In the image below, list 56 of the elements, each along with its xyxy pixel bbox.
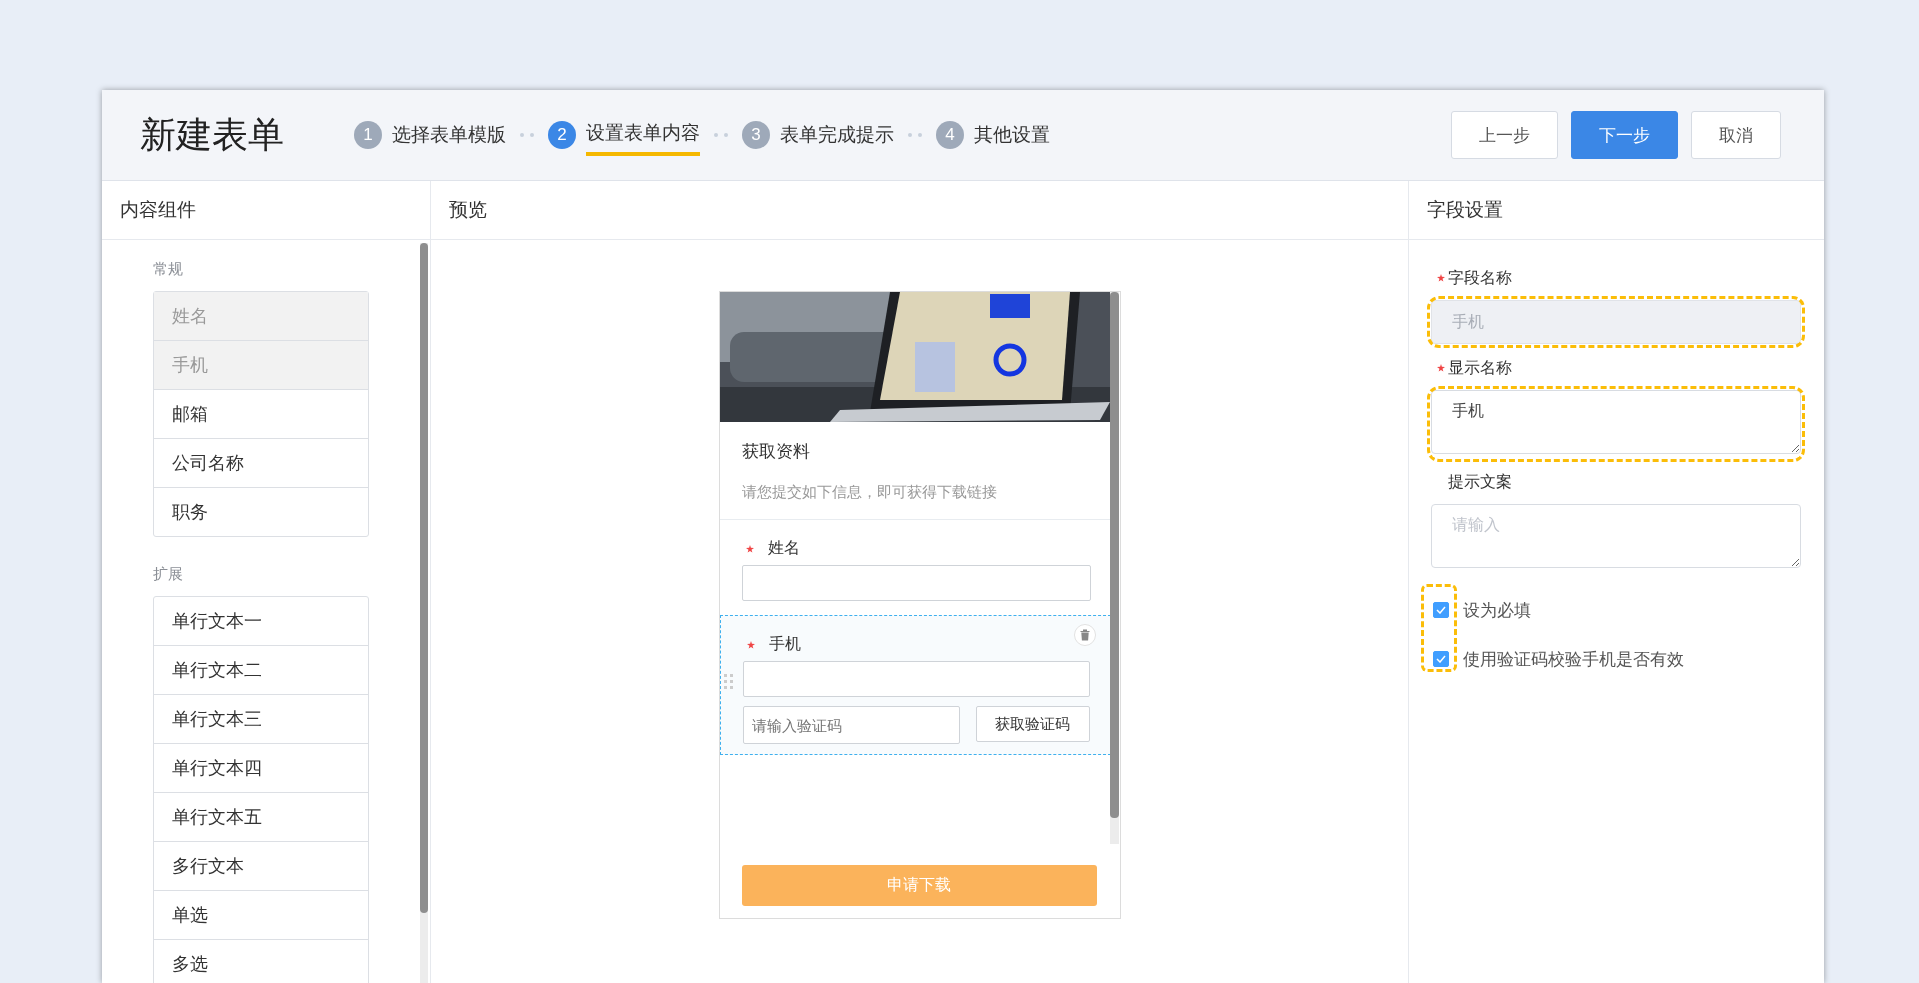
step-tab[interactable]: 选择表单模版 xyxy=(392,116,506,154)
scrollbar[interactable] xyxy=(420,243,428,983)
checkbox[interactable] xyxy=(1433,602,1449,618)
component-item[interactable]: 邮箱 xyxy=(154,390,368,439)
code-field[interactable]: 请输入验证码 xyxy=(742,706,960,744)
component-item[interactable]: 单选 xyxy=(154,891,368,940)
field-label: 显示名称 xyxy=(1448,357,1512,378)
input-field[interactable] xyxy=(741,565,1091,601)
panel-title: 字段设置 xyxy=(1409,181,1824,240)
step-number: 3 xyxy=(742,121,770,149)
dots-icon xyxy=(520,133,534,137)
text-area[interactable]: 手机 xyxy=(1431,390,1801,454)
get-code-button[interactable]: 获取验证码 xyxy=(975,706,1090,742)
step-number: 2 xyxy=(548,121,576,149)
group-title: 常规 xyxy=(153,260,184,279)
step-tab[interactable]: 设置表单内容 xyxy=(586,114,700,156)
checkbox-label: 设为必填 xyxy=(1463,599,1531,622)
dots-icon xyxy=(714,133,728,137)
step-number: 1 xyxy=(354,121,382,149)
check-icon xyxy=(1436,655,1446,663)
component-item[interactable]: 公司名称 xyxy=(154,439,368,488)
selected-field[interactable]: 手机 请输入验证码 获取验证码 xyxy=(719,615,1111,755)
component-item[interactable]: 单行文本四 xyxy=(154,744,368,793)
panel-title: 内容组件 xyxy=(102,181,430,240)
form-title: 获取资料 xyxy=(741,440,811,463)
step-number: 4 xyxy=(936,121,964,149)
panel-title: 预览 xyxy=(431,181,1408,240)
field-label: 提示文案 xyxy=(1448,471,1512,492)
input-field[interactable] xyxy=(742,661,1090,697)
component-item[interactable]: 单行文本一 xyxy=(154,597,368,646)
form-subtitle: 请您提交如下信息，即可获得下载链接 xyxy=(741,482,998,502)
checkbox[interactable] xyxy=(1433,651,1449,667)
form-field[interactable]: 姓名 xyxy=(719,520,1111,601)
field-label: 姓名 xyxy=(767,538,800,558)
step-tab[interactable]: 表单完成提示 xyxy=(780,116,894,154)
component-item[interactable]: 多行文本 xyxy=(154,842,368,891)
text-area[interactable]: 请输入 xyxy=(1431,504,1801,568)
dots-icon xyxy=(908,133,922,137)
checkbox-label: 使用验证码校验手机是否有效 xyxy=(1463,648,1684,671)
check-icon xyxy=(1436,606,1446,614)
field-label: 手机 xyxy=(768,634,801,654)
component-item[interactable]: 单行文本二 xyxy=(154,646,368,695)
next-button[interactable]: 下一步 xyxy=(1571,111,1678,159)
delete-icon[interactable] xyxy=(1073,624,1096,646)
component-item[interactable]: 多选 xyxy=(154,940,368,983)
window-title: 新建表单 xyxy=(140,112,285,157)
field-label: 字段名称 xyxy=(1448,267,1512,288)
component-item[interactable]: 单行文本三 xyxy=(154,695,368,744)
group-title: 扩展 xyxy=(153,565,184,584)
step-button[interactable]: 取消 xyxy=(1691,111,1781,159)
step-button[interactable]: 上一步 xyxy=(1451,111,1558,159)
component-item[interactable]: 单行文本五 xyxy=(154,793,368,842)
scrollbar[interactable] xyxy=(1109,292,1119,844)
step-tab[interactable]: 其他设置 xyxy=(974,116,1050,154)
component-item[interactable]: 职务 xyxy=(154,488,368,536)
drag-handle-icon[interactable] xyxy=(723,674,734,690)
